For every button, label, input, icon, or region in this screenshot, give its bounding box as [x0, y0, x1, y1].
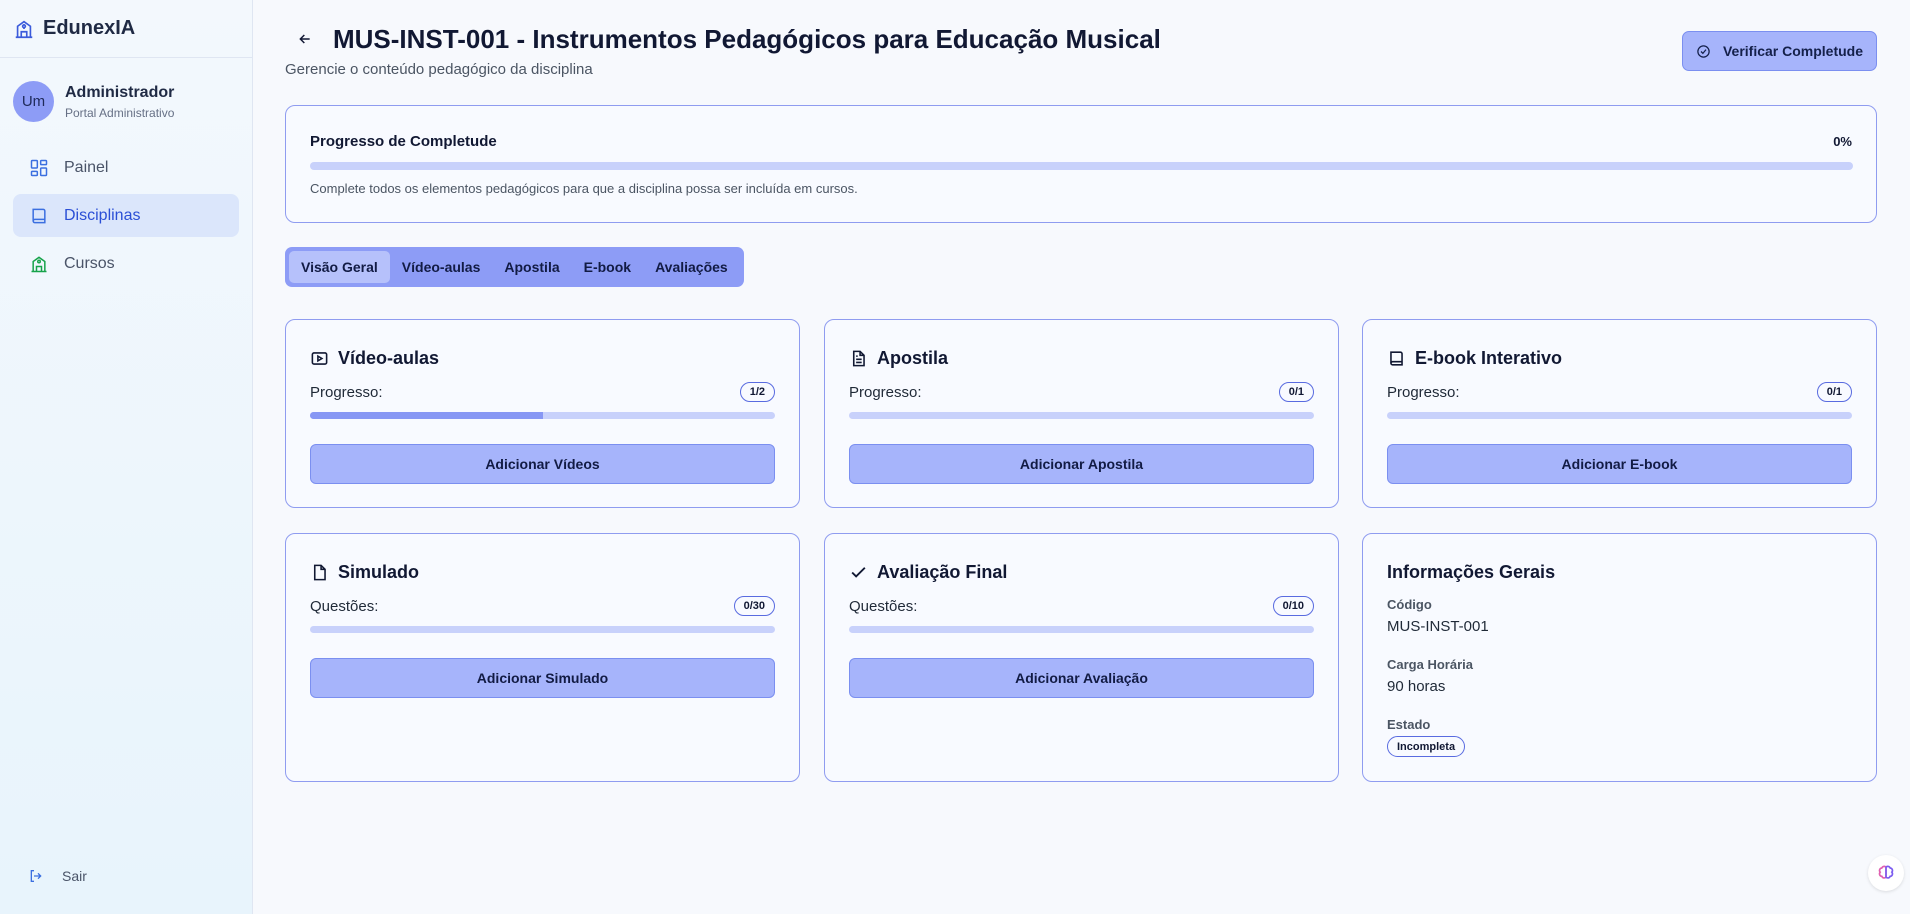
sidebar-item-disciplinas[interactable]: Disciplinas — [13, 194, 239, 237]
add-apostila-button[interactable]: Adicionar Apostila — [849, 444, 1314, 484]
video-icon — [311, 352, 328, 365]
card-progress-fill — [310, 412, 543, 419]
book-icon — [1390, 351, 1403, 366]
book-icon — [32, 208, 46, 223]
school-icon — [31, 255, 47, 272]
tab-ebook[interactable]: E-book — [572, 251, 643, 283]
hours-value: 90 horas — [1387, 678, 1446, 695]
card-progress-bar — [849, 626, 1314, 633]
card-progress-label: Progresso: — [310, 384, 383, 401]
completeness-card: Progresso de Completude 0% Complete todo… — [285, 105, 1877, 223]
videos-card: Vídeo-aulas Progresso: 1/2 Adicionar Víd… — [285, 319, 800, 508]
hours-label: Carga Horária — [1387, 657, 1473, 672]
completeness-title: Progresso de Completude — [310, 133, 497, 150]
user-profile: Um Administrador Portal Administrativo — [0, 58, 252, 131]
sidebar-item-label: Disciplinas — [64, 206, 141, 224]
apostila-card: Apostila Progresso: 0/1 Adicionar Aposti… — [824, 319, 1339, 508]
user-name: Administrador — [65, 83, 175, 101]
card-questions-label: Questões: — [849, 598, 918, 615]
card-progress-badge: 0/1 — [1278, 382, 1314, 402]
verify-button-label: Verificar Completude — [1722, 43, 1864, 59]
assistant-button[interactable] — [1868, 855, 1904, 891]
card-progress-label: Progresso: — [849, 384, 922, 401]
card-questions-badge: 0/10 — [1272, 596, 1314, 616]
code-label: Código — [1387, 597, 1432, 612]
tab-avaliacoes[interactable]: Avaliações — [643, 251, 740, 283]
info-title: Informações Gerais — [1387, 562, 1556, 582]
sidebar-item-label: Cursos — [64, 254, 115, 272]
back-button[interactable] — [294, 28, 316, 50]
sidebar-item-label: Painel — [64, 158, 109, 176]
add-ebook-button[interactable]: Adicionar E-book — [1387, 444, 1852, 484]
add-videos-button[interactable]: Adicionar Vídeos — [310, 444, 775, 484]
status-badge: Incompleta — [1387, 736, 1466, 757]
logout-icon — [30, 870, 42, 882]
brain-icon — [1878, 865, 1894, 879]
card-questions-label: Questões: — [310, 598, 379, 615]
add-simulado-button[interactable]: Adicionar Simulado — [310, 658, 775, 698]
file-icon — [313, 564, 326, 581]
simulado-card: Simulado Questões: 0/30 Adicionar Simula… — [285, 533, 800, 782]
card-title: Simulado — [338, 562, 420, 582]
card-questions-badge: 0/30 — [733, 596, 775, 616]
card-progress-bar — [310, 412, 775, 419]
sidebar-item-cursos[interactable]: Cursos — [13, 242, 239, 285]
tab-overview[interactable]: Visão Geral — [289, 251, 390, 283]
check-circle-icon — [1697, 44, 1710, 58]
card-title: Avaliação Final — [877, 562, 1008, 582]
check-icon — [851, 567, 866, 578]
card-title: E-book Interativo — [1415, 348, 1563, 368]
code-value: MUS-INST-001 — [1387, 618, 1489, 635]
avatar: Um — [13, 81, 54, 122]
card-progress-bar — [849, 412, 1314, 419]
completeness-progress-bar — [310, 162, 1853, 170]
document-icon — [852, 350, 865, 367]
card-progress-label: Progresso: — [1387, 384, 1460, 401]
sidebar-nav: Painel Disciplinas Cursos — [0, 146, 252, 285]
general-info-card: Informações Gerais Código MUS-INST-001 C… — [1362, 533, 1877, 782]
card-progress-badge: 1/2 — [739, 382, 775, 402]
logout-button[interactable]: Sair — [28, 868, 87, 884]
card-progress-bar — [310, 626, 775, 633]
school-icon — [15, 20, 33, 38]
ebook-card: E-book Interativo Progresso: 0/1 Adicion… — [1362, 319, 1877, 508]
avaliacao-final-card: Avaliação Final Questões: 0/10 Adicionar… — [824, 533, 1339, 782]
card-progress-badge: 0/1 — [1816, 382, 1852, 402]
arrow-left-icon — [299, 34, 310, 44]
dashboard-icon — [30, 159, 48, 176]
completeness-percent: 0% — [1833, 134, 1852, 149]
completeness-note: Complete todos os elementos pedagógicos … — [310, 181, 858, 196]
sidebar-item-painel[interactable]: Painel — [13, 146, 239, 189]
card-progress-bar — [1387, 412, 1852, 419]
brand-name: EdunexIA — [43, 17, 136, 39]
user-role: Portal Administrativo — [65, 105, 175, 120]
logout-label: Sair — [62, 868, 87, 884]
page-title: MUS-INST-001 - Instrumentos Pedagógicos … — [333, 24, 1161, 54]
tab-apostila[interactable]: Apostila — [492, 251, 571, 283]
page-subtitle: Gerencie o conteúdo pedagógico da discip… — [285, 61, 593, 78]
verify-completeness-button[interactable]: Verificar Completude — [1682, 31, 1877, 71]
tab-videos[interactable]: Vídeo-aulas — [390, 251, 493, 283]
tab-list: Visão Geral Vídeo-aulas Apostila E-book … — [285, 247, 744, 287]
status-label: Estado — [1387, 717, 1431, 732]
card-title: Vídeo-aulas — [338, 348, 440, 368]
card-title: Apostila — [877, 348, 949, 368]
add-avaliacao-button[interactable]: Adicionar Avaliação — [849, 658, 1314, 698]
brand[interactable]: EdunexIA — [0, 0, 252, 58]
sidebar: EdunexIA Um Administrador Portal Adminis… — [0, 0, 253, 914]
